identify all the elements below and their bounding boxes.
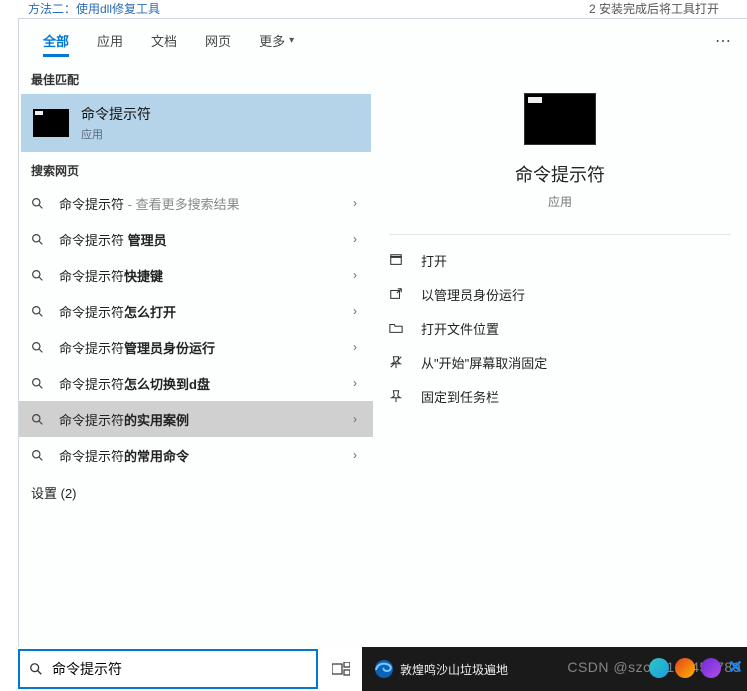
action-folder[interactable]: 打开文件位置: [383, 311, 737, 345]
web-result-text: 命令提示符快捷键: [59, 266, 345, 285]
action-label: 打开: [421, 251, 447, 270]
taskbar-search[interactable]: [18, 649, 318, 689]
chevron-right-icon[interactable]: ›: [345, 408, 365, 430]
best-match-title: 命令提示符: [81, 104, 151, 124]
tabs-bar: 全部 应用 文档 网页 更多▾ ⋯: [19, 19, 747, 61]
divider: [389, 234, 731, 235]
chevron-right-icon[interactable]: ›: [345, 228, 365, 250]
search-icon: [31, 377, 49, 390]
news-headline[interactable]: 敦煌鸣沙山垃圾遍地: [400, 661, 508, 678]
web-result-item[interactable]: 命令提示符 管理员›: [19, 221, 373, 257]
web-result-text: 命令提示符 管理员: [59, 230, 345, 249]
taskbar-dark: 敦煌鸣沙山垃圾遍地 CSDN @szcsd123456789 ✕: [362, 647, 747, 691]
action-open[interactable]: 打开: [383, 243, 737, 277]
web-result-text: 命令提示符怎么切换到d盘: [59, 374, 345, 393]
action-unpin[interactable]: 从"开始"屏幕取消固定: [383, 345, 737, 379]
open-icon: [389, 253, 413, 267]
search-icon: [31, 233, 49, 246]
action-label: 打开文件位置: [421, 319, 499, 338]
search-icon: [31, 449, 49, 462]
web-result-text: 命令提示符的常用命令: [59, 446, 345, 465]
web-result-text: 命令提示符的实用案例: [59, 410, 345, 429]
web-result-item[interactable]: 命令提示符怎么打开›: [19, 293, 373, 329]
cmd-icon: [33, 109, 69, 137]
search-flyout: 全部 应用 文档 网页 更多▾ ⋯ 最佳匹配 命令提示符 应用 搜索网页 命令提…: [18, 18, 747, 647]
close-icon[interactable]: ✕: [728, 657, 743, 678]
action-label: 固定到任务栏: [421, 387, 499, 406]
search-icon: [31, 197, 49, 210]
chevron-right-icon[interactable]: ›: [345, 300, 365, 322]
preview-sub: 应用: [383, 193, 737, 210]
web-result-text: 命令提示符管理员身份运行: [59, 338, 345, 357]
chevron-right-icon[interactable]: ›: [345, 264, 365, 286]
tray-icon-2[interactable]: [675, 658, 695, 678]
chevron-right-icon[interactable]: ›: [345, 372, 365, 394]
admin-icon: [389, 287, 413, 301]
pin-icon: [389, 389, 413, 403]
bg-text-right: 2 安装完成后将工具打开: [589, 0, 719, 18]
web-result-item[interactable]: 命令提示符 - 查看更多搜索结果›: [19, 185, 373, 221]
section-best-match: 最佳匹配: [19, 61, 373, 94]
results-column: 最佳匹配 命令提示符 应用 搜索网页 命令提示符 - 查看更多搜索结果›命令提示…: [19, 61, 373, 647]
web-result-item[interactable]: 命令提示符管理员身份运行›: [19, 329, 373, 365]
unpin-icon: [389, 355, 413, 369]
preview-column: 命令提示符 应用 打开以管理员身份运行打开文件位置从"开始"屏幕取消固定固定到任…: [373, 61, 747, 647]
edge-icon[interactable]: [374, 659, 394, 679]
tab-more[interactable]: 更多▾: [245, 19, 308, 61]
overflow-menu-icon[interactable]: ⋯: [715, 31, 731, 51]
task-view-icon[interactable]: [320, 647, 362, 691]
preview-cmd-icon: [524, 93, 596, 145]
action-label: 以管理员身份运行: [421, 285, 525, 304]
chevron-right-icon[interactable]: ›: [345, 336, 365, 358]
web-result-text: 命令提示符怎么打开: [59, 302, 345, 321]
tray-icon-1[interactable]: [649, 658, 669, 678]
action-pin[interactable]: 固定到任务栏: [383, 379, 737, 413]
tab-all[interactable]: 全部: [29, 19, 83, 61]
bg-text-left: 方法二：使用dll修复工具: [28, 0, 160, 18]
web-result-item[interactable]: 命令提示符怎么切换到d盘›: [19, 365, 373, 401]
best-match-item[interactable]: 命令提示符 应用: [21, 94, 371, 152]
web-result-item[interactable]: 命令提示符快捷键›: [19, 257, 373, 293]
search-input[interactable]: [52, 661, 316, 677]
action-label: 从"开始"屏幕取消固定: [421, 353, 547, 372]
web-result-item[interactable]: 命令提示符的常用命令›: [19, 437, 373, 473]
chevron-right-icon[interactable]: ›: [345, 192, 365, 214]
section-web-search: 搜索网页: [19, 152, 373, 185]
tray-icons: [643, 658, 721, 678]
tab-documents[interactable]: 文档: [137, 19, 191, 61]
tab-apps[interactable]: 应用: [83, 19, 137, 61]
taskbar: 敦煌鸣沙山垃圾遍地 CSDN @szcsd123456789 ✕: [0, 647, 747, 691]
search-icon: [20, 662, 52, 676]
search-icon: [31, 269, 49, 282]
preview-title: 命令提示符: [383, 161, 737, 187]
search-icon: [31, 413, 49, 426]
search-icon: [31, 341, 49, 354]
page-background-strip: 方法二：使用dll修复工具 2 安装完成后将工具打开: [0, 0, 747, 18]
chevron-right-icon[interactable]: ›: [345, 444, 365, 466]
best-match-sub: 应用: [81, 126, 151, 142]
tray-icon-3[interactable]: [701, 658, 721, 678]
tab-web[interactable]: 网页: [191, 19, 245, 61]
web-result-item[interactable]: 命令提示符的实用案例›: [19, 401, 373, 437]
folder-icon: [389, 321, 413, 335]
web-result-text: 命令提示符 - 查看更多搜索结果: [59, 194, 345, 213]
search-icon: [31, 305, 49, 318]
caret-down-icon: ▾: [289, 35, 294, 46]
action-admin[interactable]: 以管理员身份运行: [383, 277, 737, 311]
settings-section[interactable]: 设置 (2): [19, 473, 373, 512]
